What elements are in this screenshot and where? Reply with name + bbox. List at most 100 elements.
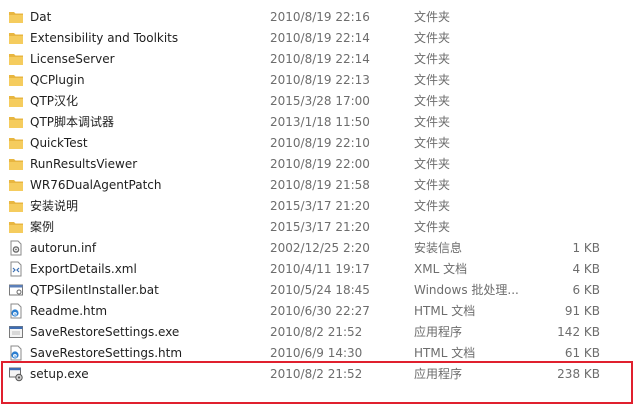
file-row-examples[interactable]: 案例 2015/3/17 21:20 文件夹 bbox=[0, 217, 642, 238]
file-row-dat[interactable]: Dat 2010/8/19 22:16 文件夹 bbox=[0, 7, 642, 28]
file-date: 2010/8/19 22:10 bbox=[270, 136, 370, 150]
file-size: 61 KB bbox=[564, 346, 600, 360]
file-date: 2013/1/18 11:50 bbox=[270, 115, 370, 129]
file-date: 2010/8/19 22:14 bbox=[270, 31, 370, 45]
file-row-saverestoresettings-exe[interactable]: SaveRestoreSettings.exe 2010/8/2 21:52 应… bbox=[0, 322, 642, 343]
file-type: 文件夹 bbox=[414, 52, 451, 66]
file-row-quicktest[interactable]: QuickTest 2010/8/19 22:10 文件夹 bbox=[0, 133, 642, 154]
file-row-saverestoresettings-htm[interactable]: e SaveRestoreSettings.htm 2010/6/9 14:30… bbox=[0, 343, 642, 364]
application-icon bbox=[8, 324, 24, 340]
file-name: SaveRestoreSettings.exe bbox=[30, 325, 180, 339]
file-date: 2010/8/2 21:52 bbox=[270, 367, 363, 381]
file-date: 2010/6/30 22:27 bbox=[270, 304, 370, 318]
file-name: autorun.inf bbox=[30, 241, 97, 255]
folder-icon bbox=[8, 177, 24, 193]
file-date: 2010/8/19 22:14 bbox=[270, 52, 370, 66]
file-date: 2002/12/25 2:20 bbox=[270, 241, 370, 255]
file-date: 2010/8/19 21:58 bbox=[270, 178, 370, 192]
folder-icon bbox=[8, 9, 24, 25]
file-type: Windows 批处理... bbox=[414, 283, 519, 297]
folder-icon bbox=[8, 72, 24, 88]
file-size: 91 KB bbox=[564, 304, 600, 318]
html-file-icon: e bbox=[8, 345, 24, 361]
folder-icon bbox=[8, 219, 24, 235]
html-file-icon: e bbox=[8, 303, 24, 319]
file-date: 2010/8/19 22:16 bbox=[270, 10, 370, 24]
file-name: QuickTest bbox=[30, 136, 88, 150]
file-size: 142 KB bbox=[557, 325, 600, 339]
file-row-wr76dualagentpatch[interactable]: WR76DualAgentPatch 2010/8/19 21:58 文件夹 bbox=[0, 175, 642, 196]
file-type: 文件夹 bbox=[414, 94, 451, 108]
file-type: 文件夹 bbox=[414, 136, 451, 150]
file-date: 2015/3/28 17:00 bbox=[270, 94, 370, 108]
folder-icon bbox=[8, 30, 24, 46]
file-name: Extensibility and Toolkits bbox=[30, 31, 179, 45]
file-name: 案例 bbox=[30, 220, 55, 234]
batch-file-icon bbox=[8, 282, 24, 298]
file-name: QCPlugin bbox=[30, 73, 85, 87]
file-row-licenseserver[interactable]: LicenseServer 2010/8/19 22:14 文件夹 bbox=[0, 49, 642, 70]
folder-icon bbox=[8, 51, 24, 67]
file-date: 2010/4/11 19:17 bbox=[270, 262, 370, 276]
file-type: 文件夹 bbox=[414, 115, 451, 129]
file-type: 文件夹 bbox=[414, 220, 451, 234]
folder-icon bbox=[8, 156, 24, 172]
file-list: Dat 2010/8/19 22:16 文件夹 Extensibility an… bbox=[0, 0, 642, 412]
file-type: 文件夹 bbox=[414, 31, 451, 45]
file-row-autorun-inf[interactable]: autorun.inf 2002/12/25 2:20 安装信息 1 KB bbox=[0, 238, 642, 259]
file-row-qtp-localization[interactable]: QTP汉化 2015/3/28 17:00 文件夹 bbox=[0, 91, 642, 112]
file-date: 2010/8/2 21:52 bbox=[270, 325, 363, 339]
file-row-install-notes[interactable]: 安装说明 2015/3/17 21:20 文件夹 bbox=[0, 196, 642, 217]
file-size: 238 KB bbox=[557, 367, 600, 381]
file-date: 2010/8/19 22:13 bbox=[270, 73, 370, 87]
file-size: 1 KB bbox=[572, 241, 600, 255]
xml-file-icon bbox=[8, 261, 24, 277]
file-date: 2015/3/17 21:20 bbox=[270, 220, 370, 234]
folder-icon bbox=[8, 135, 24, 151]
file-type: XML 文档 bbox=[414, 262, 468, 276]
file-type: 文件夹 bbox=[414, 73, 451, 87]
file-name: 安装说明 bbox=[30, 199, 79, 213]
file-size: 4 KB bbox=[572, 262, 600, 276]
file-date: 2010/6/9 14:30 bbox=[270, 346, 363, 360]
file-type: 文件夹 bbox=[414, 157, 451, 171]
file-name: setup.exe bbox=[30, 367, 89, 381]
file-row-qtpsilentinstaller-bat[interactable]: QTPSilentInstaller.bat 2010/5/24 18:45 W… bbox=[0, 280, 642, 301]
file-type: 文件夹 bbox=[414, 10, 451, 24]
file-name: QTP脚本调试器 bbox=[30, 115, 115, 129]
folder-icon bbox=[8, 114, 24, 130]
file-row-runresultsviewer[interactable]: RunResultsViewer 2010/8/19 22:00 文件夹 bbox=[0, 154, 642, 175]
folder-icon bbox=[8, 198, 24, 214]
file-name: QTP汉化 bbox=[30, 94, 79, 108]
svg-text:e: e bbox=[13, 310, 18, 318]
file-name: LicenseServer bbox=[30, 52, 115, 66]
file-name: SaveRestoreSettings.htm bbox=[30, 346, 183, 360]
file-date: 2010/5/24 18:45 bbox=[270, 283, 370, 297]
file-name: WR76DualAgentPatch bbox=[30, 178, 162, 192]
file-type: 应用程序 bbox=[414, 367, 463, 381]
file-row-exportdetails-xml[interactable]: ExportDetails.xml 2010/4/11 19:17 XML 文档… bbox=[0, 259, 642, 280]
file-date: 2010/8/19 22:00 bbox=[270, 157, 370, 171]
file-name: QTPSilentInstaller.bat bbox=[30, 283, 159, 297]
file-name: RunResultsViewer bbox=[30, 157, 138, 171]
file-name: ExportDetails.xml bbox=[30, 262, 137, 276]
file-type: 文件夹 bbox=[414, 178, 451, 192]
file-type: HTML 文档 bbox=[414, 346, 476, 360]
file-row-qcplugin[interactable]: QCPlugin 2010/8/19 22:13 文件夹 bbox=[0, 70, 642, 91]
file-row-setup-exe[interactable]: setup.exe 2010/8/2 21:52 应用程序 238 KB bbox=[0, 364, 642, 385]
file-row-readme-htm[interactable]: e Readme.htm 2010/6/30 22:27 HTML 文档 91 … bbox=[0, 301, 642, 322]
file-row-qtp-debugger[interactable]: QTP脚本调试器 2013/1/18 11:50 文件夹 bbox=[0, 112, 642, 133]
file-size: 6 KB bbox=[572, 283, 600, 297]
file-type: HTML 文档 bbox=[414, 304, 476, 318]
file-type: 安装信息 bbox=[414, 241, 463, 255]
file-type: 应用程序 bbox=[414, 325, 463, 339]
file-date: 2015/3/17 21:20 bbox=[270, 199, 370, 213]
file-name: Readme.htm bbox=[30, 304, 108, 318]
svg-text:e: e bbox=[13, 352, 18, 360]
file-row-extensibility[interactable]: Extensibility and Toolkits 2010/8/19 22:… bbox=[0, 28, 642, 49]
file-name: Dat bbox=[30, 10, 52, 24]
settings-file-icon bbox=[8, 240, 24, 256]
file-type: 文件夹 bbox=[414, 199, 451, 213]
setup-icon bbox=[8, 366, 24, 382]
folder-icon bbox=[8, 93, 24, 109]
